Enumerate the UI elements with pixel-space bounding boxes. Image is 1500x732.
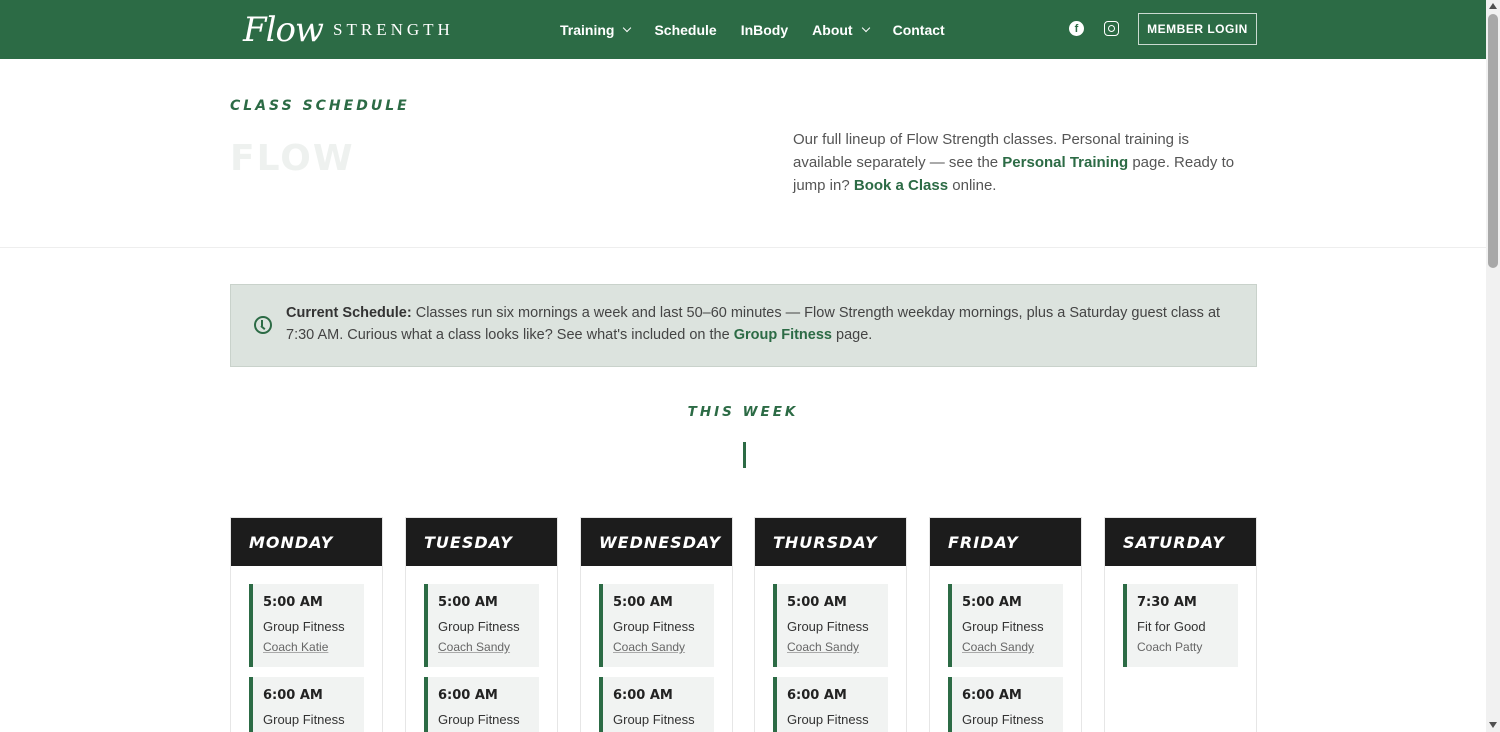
notice-label: Current Schedule: — [286, 305, 412, 321]
slot-coach-link[interactable]: Coach Sandy — [962, 640, 1034, 654]
nav-about-label: About — [812, 21, 853, 38]
day-column-wednesday: WEDNESDAY 5:00 AM Group Fitness Coach Sa… — [580, 517, 733, 732]
slot-time: 6:00 AM — [263, 688, 323, 703]
slot-time: 6:00 AM — [613, 688, 673, 703]
class-slot[interactable]: 6:00 AM Group Fitness — [948, 677, 1063, 732]
class-slot[interactable]: 5:00 AM Group Fitness Coach Sandy — [773, 584, 888, 667]
day-header: SATURDAY — [1105, 518, 1256, 566]
class-slot[interactable]: 6:00 AM Group Fitness — [599, 677, 714, 732]
slot-time: 5:00 AM — [263, 595, 323, 610]
intro-text-3: online. — [948, 177, 997, 194]
facebook-icon[interactable]: f — [1069, 21, 1084, 36]
site-header: Flow STRENGTH Training Schedule InBody A… — [0, 0, 1486, 59]
chevron-down-icon — [861, 23, 870, 32]
day-column-thursday: THURSDAY 5:00 AM Group Fitness Coach San… — [754, 517, 907, 732]
schedule-notice: Current Schedule: Classes run six mornin… — [230, 284, 1257, 367]
nav-schedule[interactable]: Schedule — [654, 22, 716, 38]
personal-training-link[interactable]: Personal Training — [1002, 154, 1128, 171]
slot-coach-link[interactable]: Coach Sandy — [787, 640, 859, 654]
section-divider — [0, 247, 1486, 248]
member-login-button[interactable]: MEMBER LOGIN — [1138, 13, 1257, 45]
page-title: FLOW — [230, 138, 355, 179]
scroll-up-arrow-icon[interactable] — [1489, 3, 1497, 9]
heading-accent-bar — [743, 442, 746, 468]
class-slot[interactable]: 6:00 AM Group Fitness — [424, 677, 539, 732]
slot-class-name: Group Fitness — [613, 712, 695, 727]
slot-time: 5:00 AM — [787, 595, 847, 610]
slot-coach-link[interactable]: Coach Sandy — [438, 640, 510, 654]
site-logo[interactable]: Flow STRENGTH — [243, 10, 454, 50]
day-header: FRIDAY — [930, 518, 1081, 566]
clock-icon — [254, 316, 272, 334]
slot-time: 6:00 AM — [962, 688, 1022, 703]
slot-time: 6:00 AM — [438, 688, 498, 703]
slot-class-name: Group Fitness — [438, 619, 520, 634]
day-column-friday: FRIDAY 5:00 AM Group Fitness Coach Sandy… — [929, 517, 1082, 732]
class-slot[interactable]: 7:30 AM Fit for Good Coach Patty — [1123, 584, 1238, 667]
class-slot[interactable]: 6:00 AM Group Fitness — [773, 677, 888, 732]
scroll-thumb[interactable] — [1488, 14, 1498, 268]
nav-contact-label: Contact — [892, 21, 945, 38]
slot-class-name: Group Fitness — [962, 619, 1044, 634]
class-slot[interactable]: 6:00 AM Group Fitness — [249, 677, 364, 732]
logo-wordmark: STRENGTH — [333, 20, 454, 39]
slot-time: 6:00 AM — [787, 688, 847, 703]
day-column-monday: MONDAY 5:00 AM Group Fitness Coach Katie… — [230, 517, 383, 732]
class-slot[interactable]: 5:00 AM Group Fitness Coach Sandy — [424, 584, 539, 667]
slot-class-name: Group Fitness — [962, 712, 1044, 727]
slot-class-name: Group Fitness — [263, 712, 345, 727]
slot-coach-link[interactable]: Coach Katie — [263, 640, 328, 654]
section-eyebrow: CLASS SCHEDULE — [230, 98, 410, 114]
nav-schedule-label: Schedule — [654, 21, 717, 38]
day-column-saturday: SATURDAY 7:30 AM Fit for Good Coach Patt… — [1104, 517, 1257, 732]
slot-class-name: Group Fitness — [613, 619, 695, 634]
nav-contact[interactable]: Contact — [893, 22, 945, 38]
class-slot[interactable]: 5:00 AM Group Fitness Coach Sandy — [599, 584, 714, 667]
nav-training[interactable]: Training — [560, 21, 632, 38]
scroll-down-arrow-icon[interactable] — [1489, 722, 1497, 728]
day-header: TUESDAY — [406, 518, 557, 566]
day-header: WEDNESDAY — [581, 518, 732, 566]
slot-time: 7:30 AM — [1137, 595, 1197, 610]
day-header: THURSDAY — [755, 518, 906, 566]
nav-training-label: Training — [560, 21, 615, 38]
slot-class-name: Group Fitness — [438, 712, 520, 727]
this-week-heading: THIS WEEK — [687, 404, 799, 420]
nav-inbody-label: InBody — [740, 21, 789, 38]
slot-coach-link[interactable]: Coach Sandy — [613, 640, 685, 654]
slot-class-name: Group Fitness — [263, 619, 345, 634]
chevron-down-icon — [623, 23, 632, 32]
slot-class-name: Fit for Good — [1137, 619, 1206, 634]
nav-about[interactable]: About — [812, 21, 870, 38]
class-slot[interactable]: 5:00 AM Group Fitness Coach Katie — [249, 584, 364, 667]
page-scrollbar[interactable] — [1486, 0, 1500, 732]
nav-inbody[interactable]: InBody — [741, 22, 788, 38]
slot-time: 5:00 AM — [438, 595, 498, 610]
book-class-link[interactable]: Book a Class — [854, 177, 948, 194]
slot-time: 5:00 AM — [962, 595, 1022, 610]
logo-script: Flow — [243, 10, 324, 50]
slot-coach-name: Coach Patty — [1137, 640, 1203, 654]
notice-end: page. — [831, 327, 873, 343]
notice-text: Current Schedule: Classes run six mornin… — [286, 302, 1236, 346]
class-slot[interactable]: 5:00 AM Group Fitness Coach Sandy — [948, 584, 1063, 667]
day-column-tuesday: TUESDAY 5:00 AM Group Fitness Coach Sand… — [405, 517, 558, 732]
group-fitness-link[interactable]: Group Fitness — [734, 327, 832, 343]
instagram-icon[interactable] — [1104, 21, 1119, 36]
intro-text: Our full lineup of Flow Strength classes… — [793, 128, 1243, 197]
slot-class-name: Group Fitness — [787, 619, 869, 634]
day-header: MONDAY — [231, 518, 382, 566]
slot-time: 5:00 AM — [613, 595, 673, 610]
main-nav: Training Schedule InBody About Contact — [560, 0, 969, 59]
slot-class-name: Group Fitness — [787, 712, 869, 727]
